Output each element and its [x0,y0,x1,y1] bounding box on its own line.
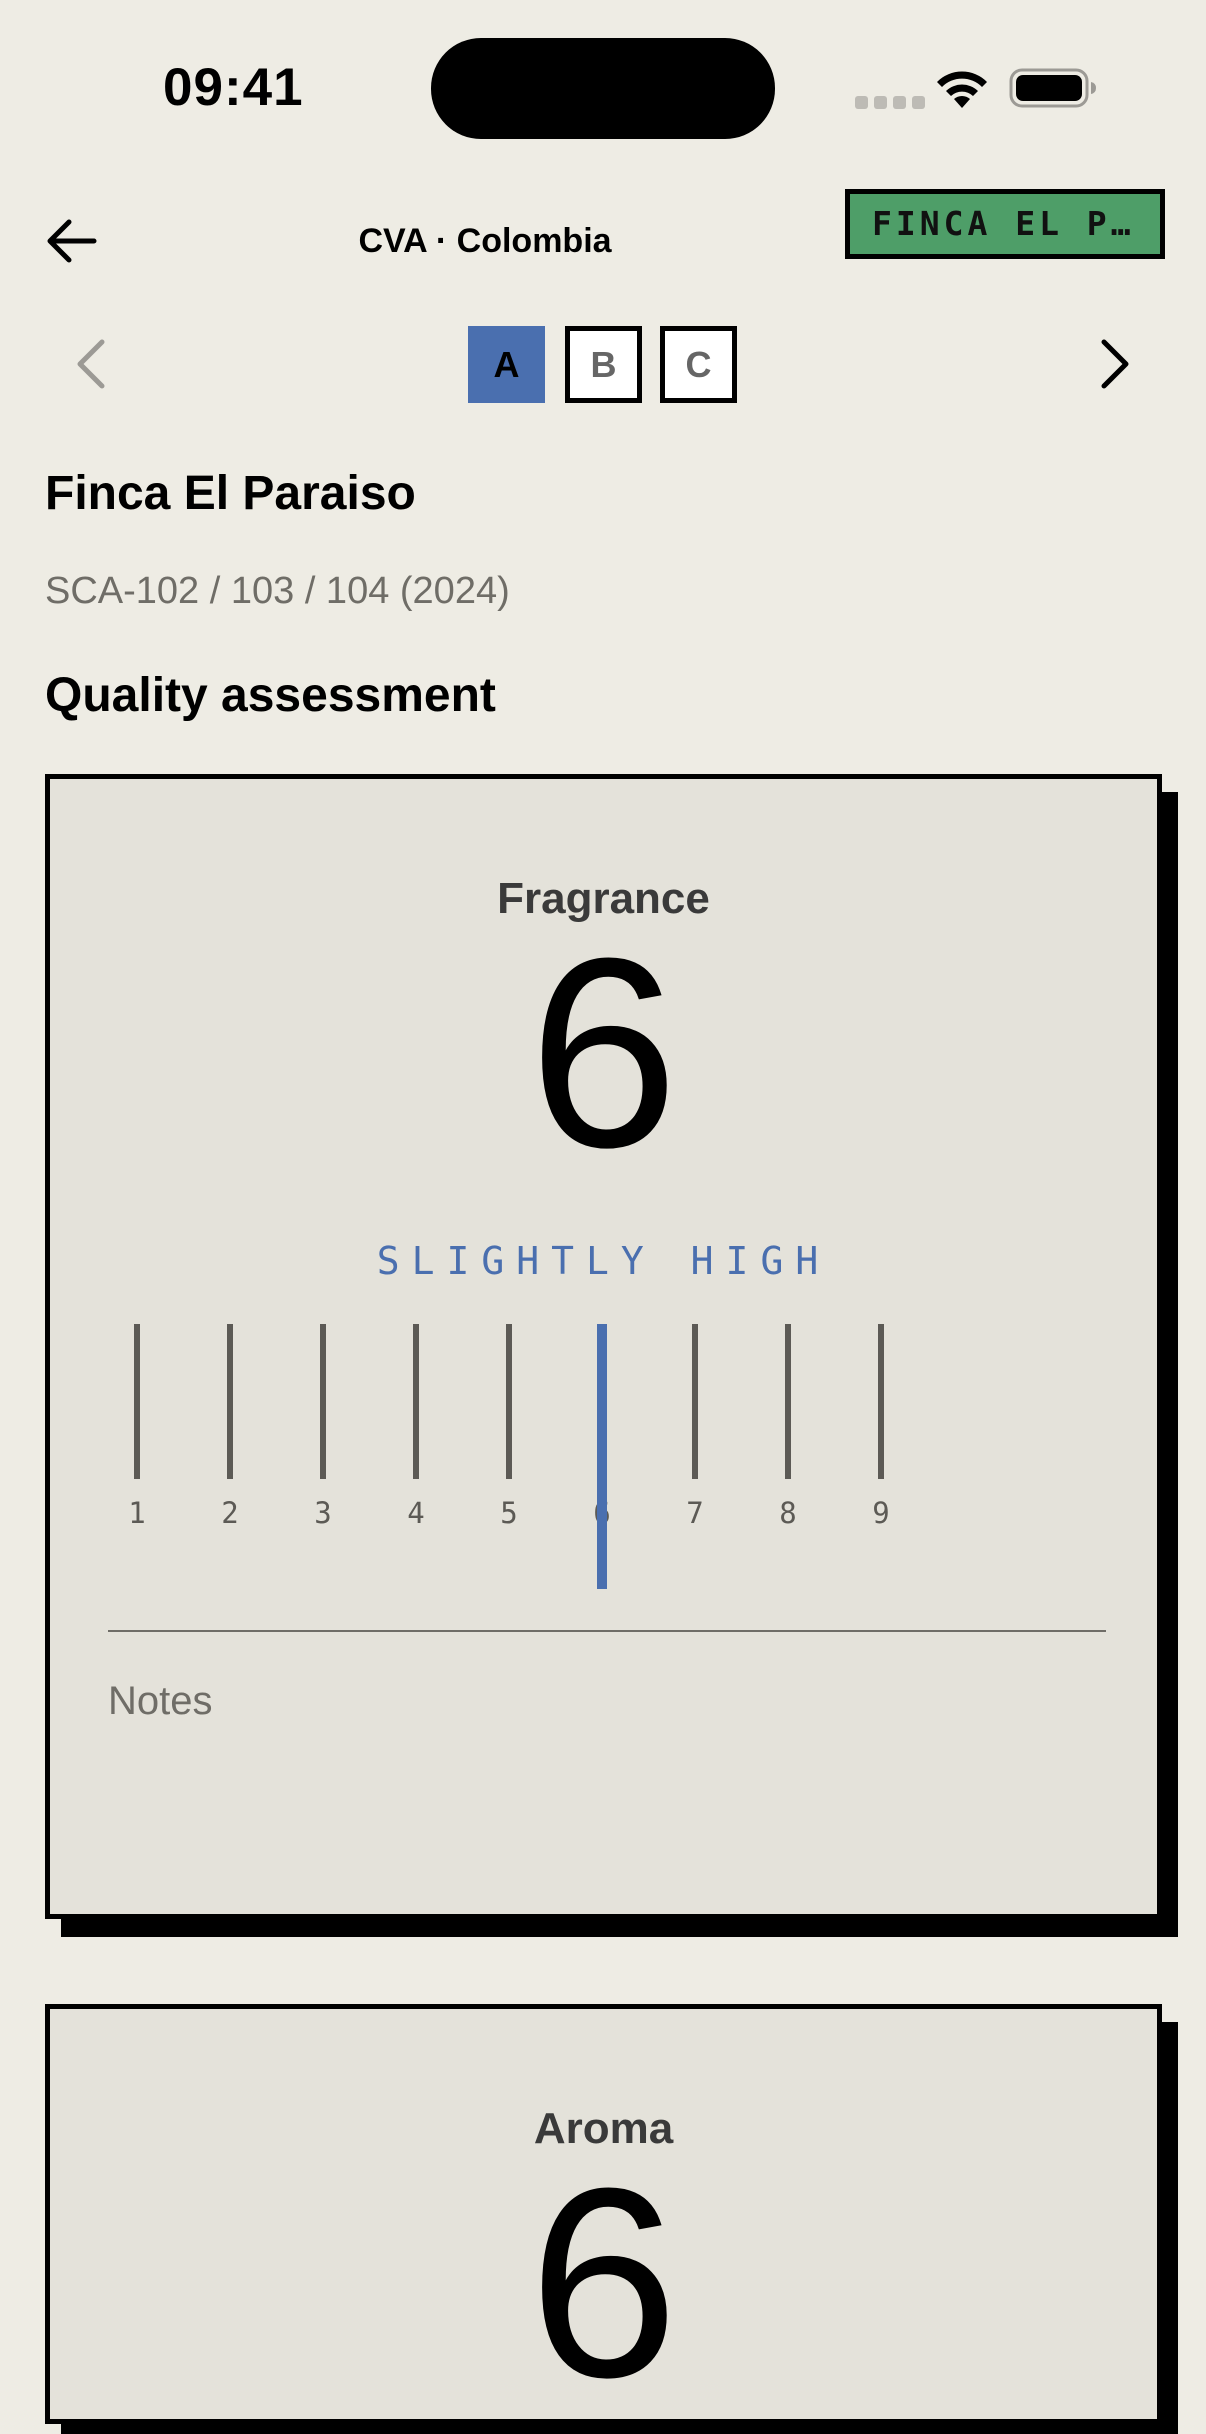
scale-tick-label: 8 [779,1496,797,1530]
intensity-scale[interactable]: 987654321 [50,1324,1157,1594]
notes-input[interactable] [108,1679,1106,1829]
page-title: CVA · Colombia [358,222,612,260]
cellular-signal-icon [855,96,925,109]
sample-tab-b[interactable]: B [565,326,642,403]
status-time: 09:41 [163,58,304,117]
scale-tick-5[interactable] [506,1324,512,1479]
scale-tick-9[interactable] [878,1324,884,1479]
section-title: Quality assessment [45,669,496,722]
dynamic-island [431,38,775,139]
scale-tick-label: 4 [407,1496,425,1530]
sample-tab-c[interactable]: C [660,326,737,403]
attribute-score: 6 [528,903,679,1204]
wifi-icon [937,71,987,108]
scale-tick-2[interactable] [227,1324,233,1479]
scale-tick-7[interactable] [692,1324,698,1479]
scale-tick-label: 3 [314,1496,332,1530]
chevron-left-icon[interactable] [66,334,116,394]
scale-tick-label: 5 [500,1496,518,1530]
farm-chip[interactable]: FINCA EL PA… [845,189,1165,259]
scale-tick-6[interactable] [597,1324,607,1589]
scale-tick-label: 1 [128,1496,146,1530]
aroma-card: Aroma 6 [45,2004,1162,2424]
sample-tab-a[interactable]: A [468,326,545,403]
lot-name: Finca El Paraiso [45,467,416,520]
fragrance-card: Fragrance 6 SLIGHTLY HIGH 987654321 [45,774,1162,1919]
scale-tick-3[interactable] [320,1324,326,1479]
back-arrow-icon[interactable] [40,210,102,272]
scale-tick-8[interactable] [785,1324,791,1479]
battery-icon [1009,68,1096,108]
intensity-label: SLIGHTLY HIGH [376,1239,831,1283]
scale-tick-4[interactable] [413,1324,419,1479]
scale-tick-1[interactable] [134,1324,140,1479]
scale-tick-label: 2 [221,1496,239,1530]
attribute-score: 6 [528,2133,679,2434]
scale-tick-label: 9 [872,1496,890,1530]
lot-codes: SCA-102 / 103 / 104 (2024) [45,570,510,612]
notes-divider [108,1630,1106,1632]
scale-tick-label: 7 [686,1496,704,1530]
chevron-right-icon[interactable] [1090,334,1140,394]
